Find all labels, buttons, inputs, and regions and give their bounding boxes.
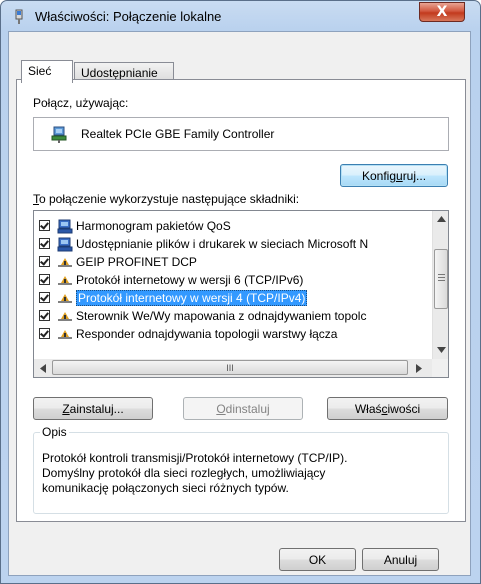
- protocol-icon: [58, 330, 72, 339]
- list-item[interactable]: Responder odnajdywania topologii warstwy…: [34, 326, 430, 344]
- list-item-label: Responder odnajdywania topologii warstwy…: [76, 327, 338, 341]
- description-line: komunikację połączonych sieci różnych ty…: [42, 481, 289, 495]
- description-legend: Opis: [40, 425, 69, 439]
- vertical-scroll-thumb[interactable]: [434, 249, 448, 309]
- components-label-rest: o połączenie wykorzystuje następujące sk…: [39, 192, 300, 206]
- close-button[interactable]: X: [419, 2, 465, 22]
- scroll-left-arrow-icon[interactable]: [40, 364, 46, 373]
- protocol-icon: [58, 258, 72, 267]
- list-item-selected[interactable]: Protokół internetowy w wersji 4 (TCP/IPv…: [34, 290, 430, 308]
- list-item-label: Harmonogram pakietów QoS: [76, 219, 231, 233]
- description-line: Protokół kontroli transmisji/Protokół in…: [42, 451, 348, 465]
- connect-using-label: Połącz, używając:: [33, 96, 129, 110]
- install-mnemonic: Z: [62, 402, 70, 416]
- title-bar[interactable]: Właściwości: Połączenie lokalne X: [1, 1, 480, 33]
- configure-label-post: ruj...: [402, 169, 427, 183]
- adapter-name: Realtek PCIe GBE Family Controller: [81, 127, 275, 141]
- ok-button[interactable]: OK: [279, 548, 356, 571]
- checkbox[interactable]: [39, 310, 50, 321]
- scroll-right-arrow-icon[interactable]: [416, 364, 422, 373]
- properties-button[interactable]: Właściwości: [327, 397, 448, 420]
- close-icon: X: [436, 4, 448, 20]
- configure-button[interactable]: Konfiguruj...: [340, 164, 448, 187]
- list-item[interactable]: Udostępnianie plików i drukarek w siecia…: [34, 236, 430, 254]
- vertical-scrollbar[interactable]: [432, 211, 448, 359]
- grip-icon: III: [226, 363, 234, 373]
- uninstall-mnemonic: O: [216, 402, 226, 416]
- properties-label-pre: Właś: [354, 402, 382, 416]
- protocol-icon: [58, 276, 72, 285]
- checkbox[interactable]: [39, 274, 50, 285]
- cancel-label: Anuluj: [383, 553, 418, 567]
- checkbox[interactable]: [39, 238, 50, 249]
- ok-label: OK: [308, 553, 327, 567]
- description-text: Protokół kontroli transmisji/Protokół in…: [42, 451, 442, 496]
- grip-icon: [438, 274, 445, 281]
- protocol-icon: [58, 294, 72, 303]
- tab-network[interactable]: Sieć: [21, 60, 73, 83]
- properties-label-post: iwości: [387, 402, 421, 416]
- list-item[interactable]: Sterownik We/Wy mapowania z odnajdywanie…: [34, 308, 430, 326]
- components-list[interactable]: Harmonogram pakietów QoS Udostępnianie p…: [33, 210, 449, 378]
- uninstall-button[interactable]: Odinstaluj: [183, 397, 303, 420]
- list-item-label: Protokół internetowy w wersji 4 (TCP/IPv…: [76, 290, 308, 306]
- configure-label-pre: Konfig: [361, 169, 396, 183]
- install-label: ainstaluj...: [69, 402, 124, 416]
- tab-sharing-label: Udostępnianie: [81, 66, 158, 80]
- list-item-label: Udostępnianie plików i drukarek w siecia…: [76, 237, 369, 251]
- checkbox[interactable]: [39, 220, 50, 231]
- checkbox[interactable]: [39, 292, 50, 303]
- protocol-icon: [58, 312, 72, 321]
- scroll-up-arrow-icon[interactable]: [437, 216, 446, 222]
- network-adapter-icon: [51, 126, 67, 143]
- list-item[interactable]: Protokół internetowy w wersji 6 (TCP/IPv…: [34, 272, 430, 290]
- list-item[interactable]: GEIP PROFINET DCP: [34, 254, 430, 272]
- cancel-button[interactable]: Anuluj: [362, 548, 439, 571]
- adapter-field: Realtek PCIe GBE Family Controller: [33, 117, 449, 151]
- horizontal-scrollbar[interactable]: III: [34, 359, 432, 377]
- service-icon: [57, 237, 73, 252]
- tab-network-label: Sieć: [28, 64, 52, 78]
- network-connection-icon: [15, 9, 23, 24]
- scrollbar-corner: [432, 359, 448, 377]
- components-label: To połączenie wykorzystuje następujące s…: [33, 192, 299, 206]
- list-item-label: Protokół internetowy w wersji 6 (TCP/IPv…: [76, 273, 304, 287]
- list-item-label: GEIP PROFINET DCP: [76, 255, 197, 269]
- uninstall-label: dinstaluj: [225, 402, 270, 416]
- scroll-down-arrow-icon[interactable]: [437, 347, 446, 353]
- horizontal-scroll-thumb[interactable]: III: [52, 360, 408, 375]
- install-button[interactable]: Zainstaluj...: [33, 397, 153, 420]
- list-item[interactable]: Harmonogram pakietów QoS: [34, 218, 430, 236]
- service-icon: [57, 219, 73, 234]
- checkbox[interactable]: [39, 256, 50, 267]
- checkbox[interactable]: [39, 328, 50, 339]
- description-line: Domyślny protokół dla sieci rozległych, …: [42, 466, 326, 480]
- list-item-label: Sterownik We/Wy mapowania z odnajdywanie…: [76, 309, 367, 323]
- configure-label-mnemonic: u: [396, 169, 403, 183]
- window-title: Właściwości: Połączenie lokalne: [35, 9, 222, 24]
